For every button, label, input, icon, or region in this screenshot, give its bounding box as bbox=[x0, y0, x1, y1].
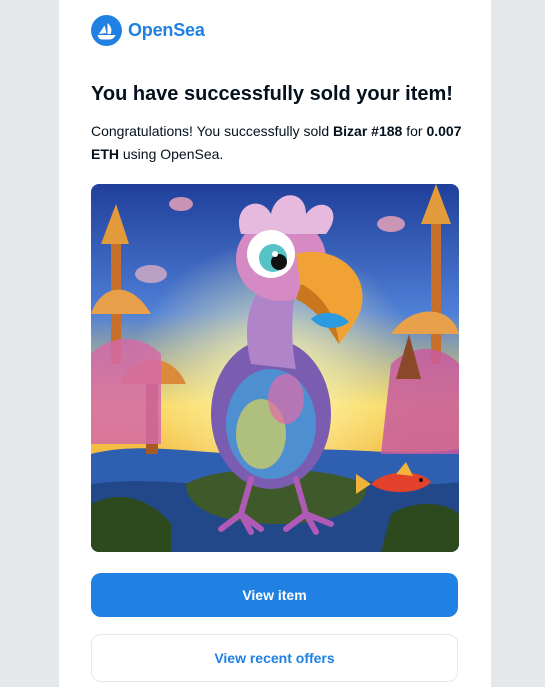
email-card: OpenSea You have successfully sold your … bbox=[59, 0, 491, 687]
brand-name: OpenSea bbox=[128, 19, 205, 40]
item-name: Bizar #188 bbox=[333, 123, 403, 139]
opensea-logo[interactable]: OpenSea bbox=[91, 14, 205, 46]
opensea-logo-icon bbox=[91, 14, 122, 46]
nft-image[interactable] bbox=[91, 184, 459, 552]
message-outro: using OpenSea. bbox=[119, 146, 224, 162]
message-intro: Congratulations! You successfully sold bbox=[91, 123, 334, 139]
view-item-button[interactable]: View item bbox=[91, 573, 458, 617]
message-mid: for bbox=[402, 123, 427, 139]
email-heading: You have successfully sold your item! bbox=[91, 83, 453, 105]
view-recent-offers-button[interactable]: View recent offers bbox=[91, 634, 458, 682]
sale-message: Congratulations! You successfully sold B… bbox=[91, 120, 463, 166]
